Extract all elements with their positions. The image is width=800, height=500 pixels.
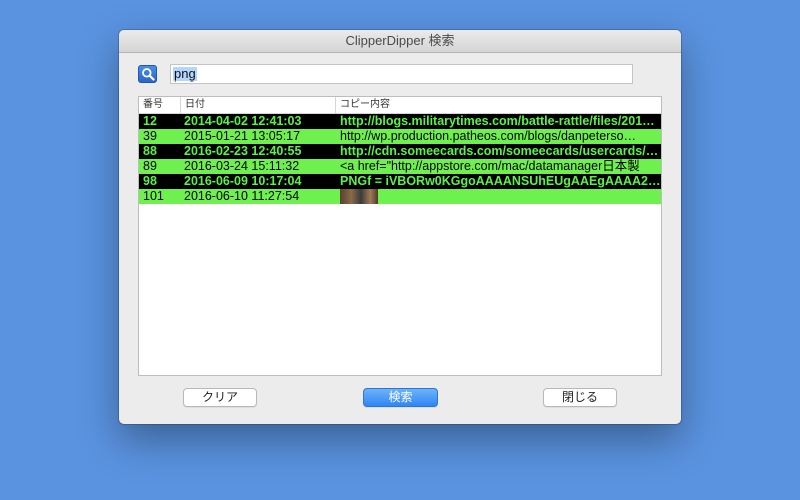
cell-number: 88: [143, 144, 157, 158]
cell-number: 12: [143, 114, 157, 128]
cell-date: 2014-04-02 12:41:03: [184, 114, 302, 128]
cell-content: <a href="http://appstore.com/mac/dataman…: [340, 159, 640, 173]
cell-content: http://blogs.militarytimes.com/battle-ra…: [340, 114, 655, 128]
cell-number: 39: [143, 129, 157, 143]
cell-date: 2016-03-24 15:11:32: [184, 159, 300, 173]
search-window: ClipperDipper 検索 png 番号 日付 コピー内容 12 2014-…: [119, 30, 681, 424]
cell-date: 2015-01-21 13:05:17: [184, 129, 301, 143]
cell-date: 2016-06-10 11:27:54: [184, 189, 300, 203]
table-row[interactable]: 98 2016-06-09 10:17:04 PNGf = iVBORw0KGgoA…: [139, 174, 661, 189]
search-button[interactable]: 検索: [363, 388, 438, 407]
column-header-content[interactable]: コピー内容: [335, 97, 660, 113]
column-header-number[interactable]: 番号: [139, 97, 180, 113]
image-thumbnail: [340, 189, 378, 204]
table-row[interactable]: 89 2016-03-24 15:11:32 <a href="http://app…: [139, 159, 661, 174]
search-input[interactable]: [170, 64, 633, 84]
cell-date: 2016-02-23 12:40:55: [184, 144, 302, 158]
table-row[interactable]: 39 2015-01-21 13:05:17 http://wp.productio…: [139, 129, 661, 144]
cell-number: 98: [143, 174, 157, 188]
column-header-date[interactable]: 日付: [180, 97, 335, 113]
table-row[interactable]: 88 2016-02-23 12:40:55 http://cdn.someecar…: [139, 144, 661, 159]
cell-date: 2016-06-09 10:17:04: [184, 174, 302, 188]
cell-content: http://wp.production.patheos.com/blogs/d…: [340, 129, 637, 143]
table-header: 番号 日付 コピー内容: [139, 97, 661, 114]
close-button[interactable]: 閉じる: [543, 388, 617, 407]
magnifier-icon: [142, 68, 155, 81]
cell-number: 89: [143, 159, 157, 173]
window-title: ClipperDipper 検索: [119, 30, 681, 53]
table-row[interactable]: 12 2014-04-02 12:41:03 http://blogs.milita…: [139, 114, 661, 129]
search-input-selection: png: [173, 66, 197, 81]
results-table: 番号 日付 コピー内容 12 2014-04-02 12:41:03 http://…: [138, 96, 662, 376]
cell-content: PNGf = iVBORw0KGgoAAAANSUhEUgAAEgAAAA2AC…: [340, 174, 661, 188]
table-body: 12 2014-04-02 12:41:03 http://blogs.milita…: [139, 114, 661, 204]
table-row[interactable]: 101 2016-06-10 11:27:54: [139, 189, 661, 204]
search-icon-button[interactable]: [138, 65, 157, 83]
cell-content: http://cdn.someecards.com/someecards/use…: [340, 144, 661, 158]
clear-button[interactable]: クリア: [183, 388, 257, 407]
cell-number: 101: [143, 189, 164, 203]
